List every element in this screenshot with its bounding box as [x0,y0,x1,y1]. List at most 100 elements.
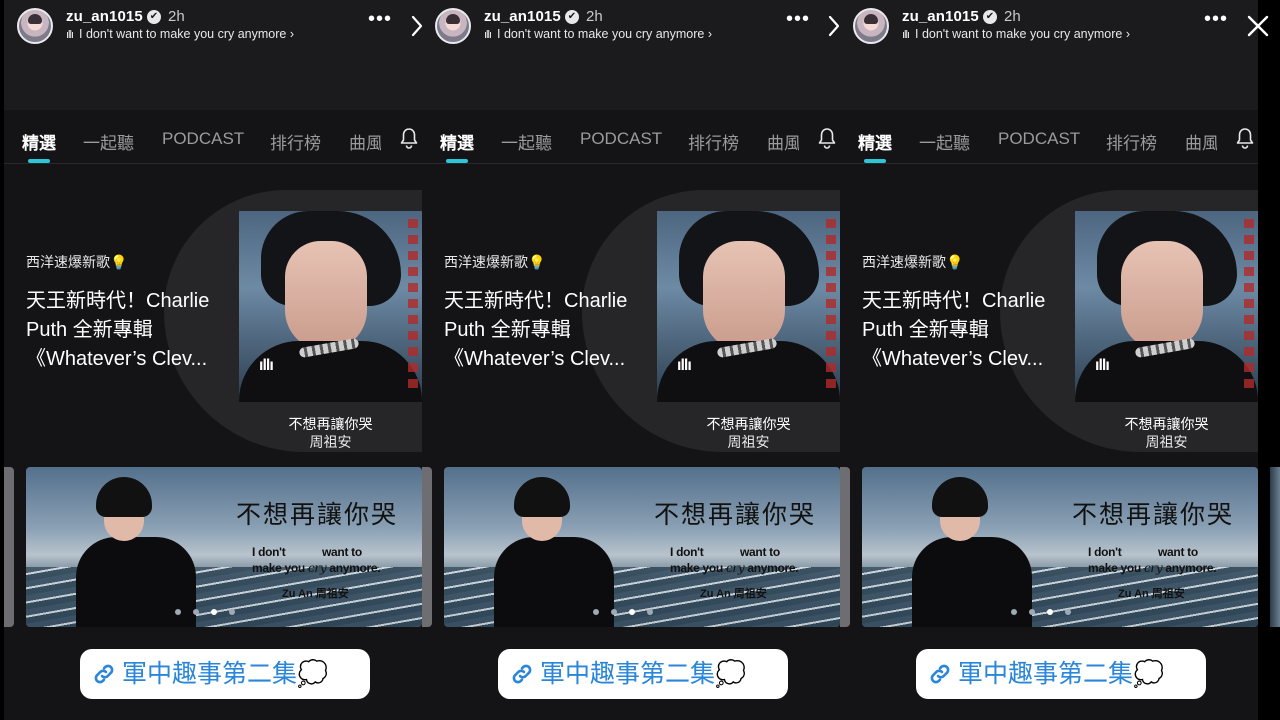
feature-title[interactable]: 天王新時代！Charlie Puth 全新專輯《Whatever’s Clev.… [444,287,649,374]
story-panel-2[interactable]: zu_an1015 ✔ 2h ıllı I don't want to make … [422,0,840,720]
track-artist[interactable]: 周祖安 [657,432,840,452]
carousel-dot[interactable] [647,609,653,615]
feature-category: 西洋速爆新歌💡 [444,254,546,270]
tab-charts[interactable]: 排行榜 [688,129,739,154]
sound-bars-icon: ıllı [66,29,74,41]
carousel-dot[interactable] [1047,609,1053,615]
more-dots-icon[interactable]: ••• [368,9,392,29]
bell-icon[interactable] [818,127,836,149]
link-sticker[interactable]: 軍中趣事第二集💭 [80,649,370,699]
avatar[interactable] [435,8,471,44]
tab-listen-together[interactable]: 一起聽 [501,129,552,154]
carousel-dot[interactable] [229,609,235,615]
tab-featured[interactable]: 精選 [858,129,892,154]
carousel-dot[interactable] [1065,609,1071,615]
carousel-banner[interactable]: 不想再讓你哭 I don't want to make you cry anymo… [862,467,1258,627]
bell-icon[interactable] [400,127,418,149]
username[interactable]: zu_an1015 [484,8,561,25]
carousel-dot[interactable] [611,609,617,615]
tab-listen-together[interactable]: 一起聽 [83,129,134,154]
story-panel-3[interactable]: zu_an1015 ✔ 2h ıllı I don't want to make … [840,0,1258,720]
chevron-right-icon[interactable] [827,14,841,38]
tab-listen-together[interactable]: 一起聽 [919,129,970,154]
carousel-dot[interactable] [593,609,599,615]
track-artist[interactable]: 周祖安 [1075,432,1258,452]
close-icon[interactable] [1246,14,1270,38]
story-time: 2h [168,8,185,25]
album-art-red-text [408,219,418,389]
tab-genre[interactable]: 曲風 [349,129,381,154]
banner-en-line2: make you cry anymore. [252,561,381,575]
tab-charts[interactable]: 排行榜 [270,129,321,154]
banner-cjk-title: 不想再讓你哭 [654,500,817,529]
carousel-banner[interactable]: 不想再讓你哭 I don't want to make you cry anymo… [444,467,840,627]
banner-en-line2-a: make you [1088,561,1144,575]
carousel-dot[interactable] [175,609,181,615]
tab-podcast[interactable]: PODCAST [580,129,662,149]
music-attribution[interactable]: ıllı I don't want to make you cry anymore… [484,27,712,41]
story-header: zu_an1015 ✔ 2h ıllı I don't want to make … [4,0,422,110]
banner-cjk-title: 不想再讓你哭 [1072,500,1235,529]
track-title[interactable]: 不想再讓你哭 [657,414,840,434]
bell-icon[interactable] [1236,127,1254,149]
banner-en-line1: I don't want to [252,545,362,559]
story-panel-1[interactable]: zu_an1015 ✔ 2h ıllı I don't want to make … [4,0,422,720]
tab-podcast[interactable]: PODCAST [162,129,244,149]
avatar[interactable] [17,8,53,44]
album-art-red-text [826,219,836,389]
more-dots-icon[interactable]: ••• [786,9,810,29]
banner-en-line2-b: cry [308,561,327,575]
track-title[interactable]: 不想再讓你哭 [239,414,422,434]
tab-genre[interactable]: 曲風 [1185,129,1217,154]
verified-icon: ✔ [983,10,997,24]
tab-charts[interactable]: 排行榜 [1106,129,1157,154]
tab-podcast[interactable]: PODCAST [998,129,1080,149]
feature-category: 西洋速爆新歌💡 [26,254,128,270]
feature-title[interactable]: 天王新時代！Charlie Puth 全新專輯《Whatever’s Clev.… [26,287,231,374]
tab-genre[interactable]: 曲風 [767,129,799,154]
story-header: zu_an1015 ✔ 2h ıllı I don't want to make … [840,0,1258,110]
verified-icon: ✔ [147,10,161,24]
carousel-dot[interactable] [1011,609,1017,615]
album-art-face [285,241,367,351]
link-sticker[interactable]: 軍中趣事第二集💭 [916,649,1206,699]
more-dots-icon[interactable]: ••• [1204,9,1228,29]
banner-en-line1-left: I don't [252,545,286,559]
sound-bars-icon: ıllı [902,29,910,41]
link-sticker-label: 軍中趣事第二集💭 [958,660,1165,688]
username[interactable]: zu_an1015 [66,8,143,25]
feature-category: 西洋速爆新歌💡 [862,254,964,270]
banner-en-line2-b: cry [726,561,745,575]
tab-featured[interactable]: 精選 [440,129,474,154]
carousel-dot[interactable] [211,609,217,615]
banner-en-line1: I don't want to [670,545,780,559]
carousel-dot[interactable] [193,609,199,615]
chevron-right-icon[interactable] [410,14,424,38]
banner-en-line1-right: want to [322,545,362,559]
banner-en-line2-a: make you [252,561,308,575]
album-cover[interactable]: ıllı [657,211,840,402]
link-sticker[interactable]: 軍中趣事第二集💭 [498,649,788,699]
album-cover[interactable]: ıllı [239,211,422,402]
banner-artist: Zu An 周祖安 [1118,588,1185,600]
music-attribution[interactable]: ıllı I don't want to make you cry anymore… [902,27,1130,41]
feature-title[interactable]: 天王新時代！Charlie Puth 全新專輯《Whatever’s Clev.… [862,287,1067,374]
username[interactable]: zu_an1015 [902,8,979,25]
album-cover[interactable]: ıllı [1075,211,1258,402]
track-artist[interactable]: 周祖安 [239,432,422,452]
music-attribution[interactable]: ıllı I don't want to make you cry anymore… [66,27,294,41]
avatar[interactable] [853,8,889,44]
banner-en-line2-c: anymore. [326,561,381,575]
chevron-small-icon: › [707,27,712,41]
carousel-banner[interactable]: 不想再讓你哭 I don't want to make you cry anymo… [26,467,422,627]
tab-featured[interactable]: 精選 [22,129,56,154]
next-story-peek [1270,467,1280,627]
chevron-small-icon: › [289,27,294,41]
chevron-small-icon: › [1125,27,1130,41]
carousel-dots [1011,609,1071,615]
track-title[interactable]: 不想再讓你哭 [1075,414,1258,434]
banner-cjk-title: 不想再讓你哭 [236,500,399,529]
app-tab-bar: 精選 一起聽 PODCAST 排行榜 曲風 [840,118,1258,164]
carousel-dot[interactable] [629,609,635,615]
carousel-dot[interactable] [1029,609,1035,615]
